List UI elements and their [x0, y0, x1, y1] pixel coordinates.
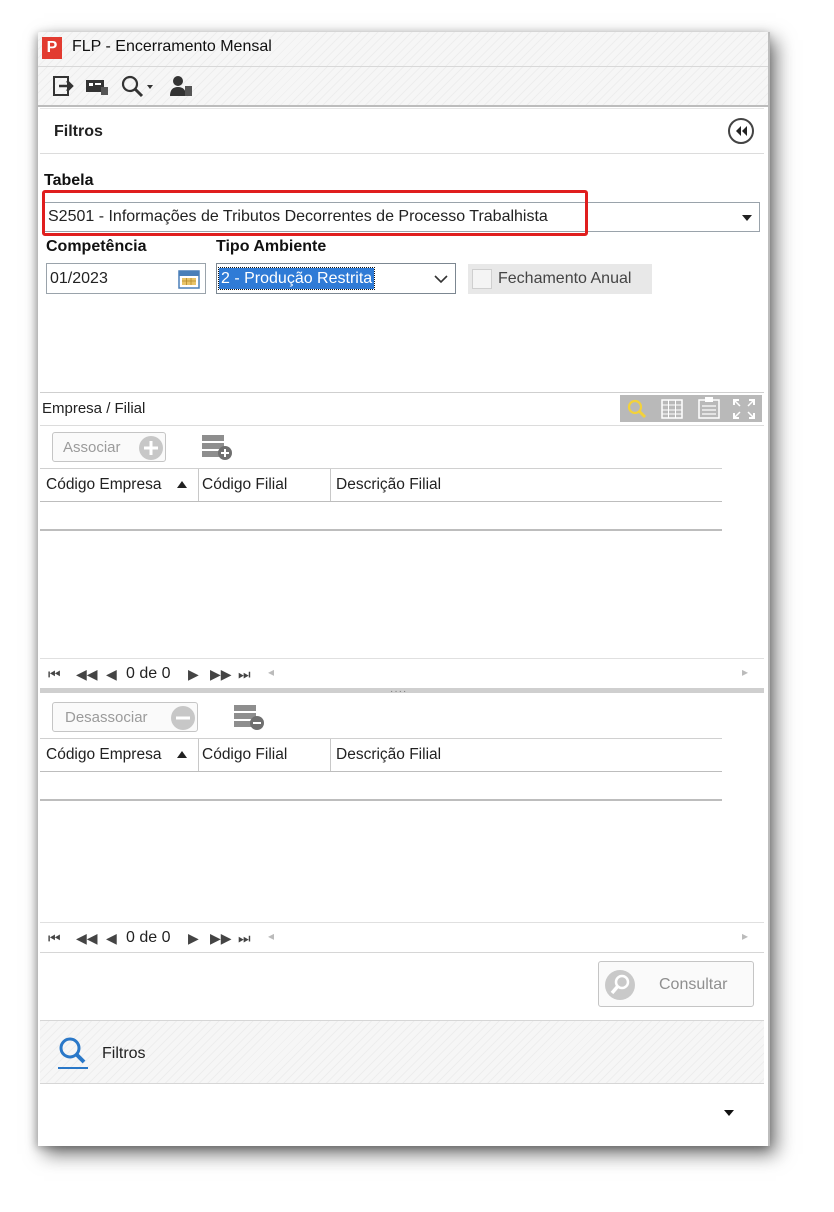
- grid-tools: [620, 395, 762, 422]
- associar-label: Associar: [63, 439, 121, 456]
- pager-prev-page-icon[interactable]: ◀◀: [76, 930, 98, 947]
- batch-add-icon[interactable]: [200, 432, 234, 462]
- fechamento-anual-checkbox-row[interactable]: Fechamento Anual: [468, 264, 652, 294]
- pager-first-icon[interactable]: ⏮: [48, 930, 62, 947]
- sort-asc-icon[interactable]: [176, 749, 188, 759]
- pager-prev-page-icon[interactable]: ◀◀: [76, 666, 98, 683]
- grid-footer-line: [40, 799, 722, 801]
- pager-next-icon[interactable]: ▶: [188, 930, 199, 947]
- user-icon[interactable]: [168, 73, 194, 99]
- sort-asc-icon[interactable]: [176, 479, 188, 489]
- search-icon: [605, 970, 635, 1000]
- lower-grid-header: Código Empresa Código Filial Descrição F…: [40, 738, 722, 772]
- pager-text: 0 de 0: [126, 929, 171, 946]
- fechamento-anual-checkbox[interactable]: [472, 269, 492, 289]
- tipo-ambiente-value: 2 - Produção Restrita: [217, 267, 376, 290]
- highlight-box: [42, 190, 588, 236]
- column-descricao-filial[interactable]: Descrição Filial: [336, 476, 441, 494]
- splitter[interactable]: ····: [40, 686, 764, 697]
- empresa-section-title: Empresa / Filial: [42, 400, 146, 417]
- tabela-label: Tabela: [44, 172, 94, 189]
- consultar-label: Consultar: [659, 976, 728, 993]
- clipboard-icon[interactable]: [696, 396, 722, 420]
- pager-next-icon[interactable]: ▶: [188, 666, 199, 683]
- filtros-tab-label: Filtros: [102, 1045, 146, 1062]
- pager-last-icon[interactable]: ⏭: [238, 666, 251, 683]
- batch-remove-icon[interactable]: [232, 702, 266, 732]
- competencia-field[interactable]: 01/2023: [46, 263, 206, 294]
- scroll-right-icon[interactable]: ▸: [742, 665, 748, 679]
- column-codigo-empresa[interactable]: Código Empresa: [46, 746, 161, 764]
- desassociar-label: Desassociar: [65, 709, 148, 726]
- minus-icon: [171, 706, 195, 730]
- collapse-panel-button[interactable]: [728, 118, 754, 144]
- card-icon[interactable]: [84, 73, 110, 99]
- search-icon: [58, 1037, 88, 1069]
- action-bar: Consultar: [40, 952, 764, 1019]
- column-codigo-empresa[interactable]: Código Empresa: [46, 476, 161, 494]
- scroll-right-icon[interactable]: ▸: [742, 929, 748, 943]
- scroll-left-icon[interactable]: ◂: [268, 665, 274, 679]
- empresa-section-header: Empresa / Filial: [40, 392, 764, 426]
- column-separator: [198, 469, 199, 501]
- double-chevron-left-icon: [736, 126, 747, 136]
- upper-grid-header: Código Empresa Código Filial Descrição F…: [40, 468, 722, 502]
- pager-prev-icon[interactable]: ◀: [106, 930, 117, 947]
- fullscreen-icon[interactable]: [732, 398, 756, 420]
- tipo-ambiente-label: Tipo Ambiente: [216, 238, 327, 255]
- window-title: FLP - Encerramento Mensal: [72, 38, 272, 55]
- plus-icon: [139, 436, 163, 460]
- fechamento-anual-label: Fechamento Anual: [498, 270, 632, 287]
- column-separator: [330, 469, 331, 501]
- lower-pager: ⏮ ◀◀ ◀ 0 de 0 ▶ ▶▶ ⏭ ◂ ▸: [40, 922, 764, 953]
- app-window: P FLP - Encerramento Mensal Filtros Tabe…: [38, 32, 770, 1146]
- competencia-label: Competência: [46, 238, 147, 255]
- upper-pager: ⏮ ◀◀ ◀ 0 de 0 ▶ ▶▶ ⏭ ◂ ▸: [40, 658, 764, 689]
- column-descricao-filial[interactable]: Descrição Filial: [336, 746, 441, 764]
- associar-button[interactable]: Associar: [52, 432, 166, 462]
- calendar-icon[interactable]: [178, 269, 200, 289]
- toolbar: [38, 67, 768, 107]
- column-separator: [198, 739, 199, 771]
- columns-icon[interactable]: [660, 398, 684, 420]
- pager-next-page-icon[interactable]: ▶▶: [210, 930, 232, 947]
- filters-title: Filtros: [54, 123, 103, 140]
- grid-footer-line: [40, 529, 722, 531]
- competencia-value: 01/2023: [50, 270, 108, 287]
- exit-icon[interactable]: [50, 73, 76, 99]
- filters-header: Filtros: [40, 108, 764, 154]
- tipo-ambiente-select[interactable]: 2 - Produção Restrita: [216, 263, 456, 294]
- splitter-grip-icon[interactable]: ····: [390, 686, 407, 697]
- pager-first-icon[interactable]: ⏮: [48, 666, 62, 683]
- pager-next-page-icon[interactable]: ▶▶: [210, 666, 232, 683]
- consultar-button[interactable]: Consultar: [598, 961, 754, 1007]
- pager-prev-icon[interactable]: ◀: [106, 666, 117, 683]
- search-dropdown-icon[interactable]: [120, 73, 160, 99]
- chevron-down-icon[interactable]: [722, 1108, 736, 1118]
- pager-last-icon[interactable]: ⏭: [238, 930, 251, 947]
- pager-text: 0 de 0: [126, 665, 171, 682]
- title-bar: P FLP - Encerramento Mensal: [38, 32, 768, 67]
- search-icon[interactable]: [626, 398, 648, 420]
- column-codigo-filial[interactable]: Código Filial: [202, 746, 287, 764]
- desassociar-button[interactable]: Desassociar: [52, 702, 198, 732]
- chevron-down-icon: [434, 275, 448, 284]
- column-codigo-filial[interactable]: Código Filial: [202, 476, 287, 494]
- filtros-tab[interactable]: Filtros: [40, 1020, 764, 1084]
- column-separator: [330, 739, 331, 771]
- chevron-down-icon: [742, 215, 752, 221]
- app-logo-icon: P: [42, 37, 62, 59]
- scroll-left-icon[interactable]: ◂: [268, 929, 274, 943]
